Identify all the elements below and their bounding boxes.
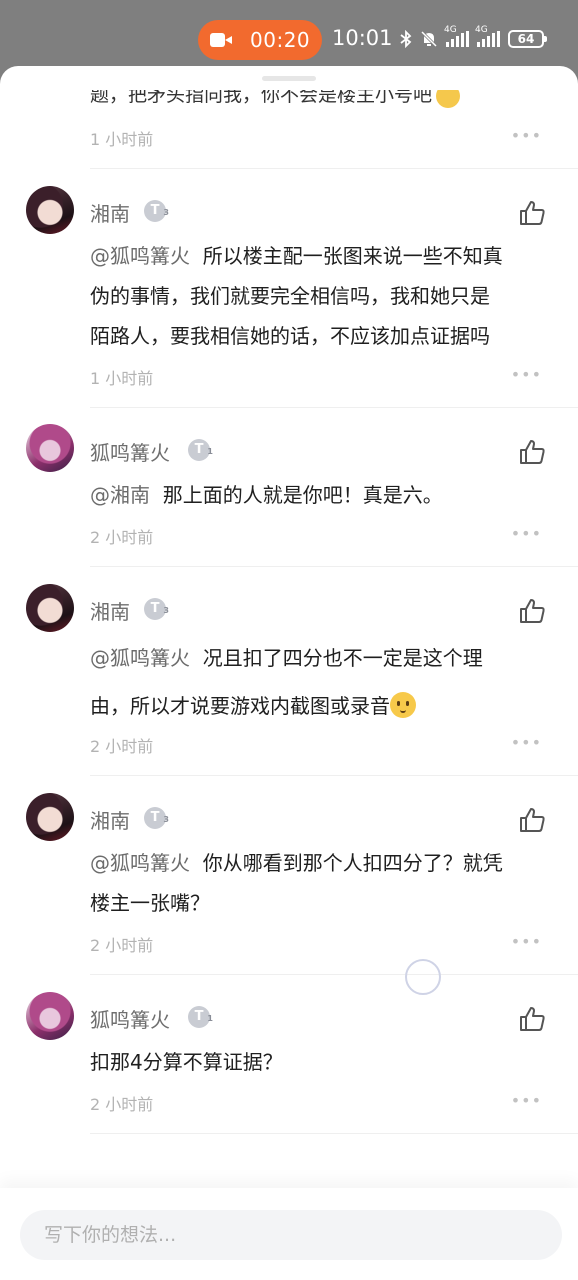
signal-icon: 4G <box>475 25 500 47</box>
comment-body: @狐鸣篝火 况且扣了四分也不一定是这个理 由，所以才说要游戏内截图或录音 <box>90 646 483 718</box>
signal-icon: 4G <box>444 25 469 47</box>
comment-footer <box>0 1188 578 1280</box>
comment-body: @湘南 那上面的人就是你吧！真是六。 <box>90 483 443 507</box>
comment-author[interactable]: 湘南 <box>90 198 130 227</box>
comments-sheet: 题，把矛头指向我，你不会是楼主小号吧 1 小时前 ••• 湘南 T3 @狐鸣篝火… <box>0 66 578 1280</box>
more-icon[interactable]: ••• <box>511 1091 542 1110</box>
more-icon[interactable]: ••• <box>511 524 542 543</box>
like-icon[interactable] <box>518 1006 546 1032</box>
divider <box>90 168 578 169</box>
divider <box>90 566 578 567</box>
divider <box>90 974 578 975</box>
avatar[interactable] <box>26 793 74 841</box>
level-badge: T3 <box>144 807 169 829</box>
like-icon[interactable] <box>518 439 546 465</box>
comment-time: 2 小时前 <box>90 1095 154 1114</box>
comment-author[interactable]: 湘南 <box>90 596 130 625</box>
level-badge: T3 <box>144 598 169 620</box>
avatar[interactable] <box>26 992 74 1040</box>
comment-time: 2 小时前 <box>90 936 154 955</box>
comment-author[interactable]: 湘南 <box>90 805 130 834</box>
avatar[interactable] <box>26 424 74 472</box>
emoji-icon <box>436 90 461 108</box>
like-icon[interactable] <box>518 200 546 226</box>
avatar[interactable] <box>26 584 74 632</box>
comment-time: 2 小时前 <box>90 528 154 547</box>
comment-body: @狐鸣篝火 你从哪看到那个人扣四分了？就凭 楼主一张嘴？ <box>90 851 503 915</box>
level-badge: T1 <box>188 1006 213 1028</box>
comment-input-container[interactable] <box>20 1210 562 1260</box>
more-icon[interactable]: ••• <box>511 733 542 752</box>
drag-handle[interactable] <box>262 76 316 81</box>
comment-input[interactable] <box>20 1210 562 1260</box>
like-icon[interactable] <box>518 598 546 624</box>
comment-author[interactable]: 狐鸣篝火 <box>90 437 170 466</box>
level-badge: T3 <box>144 200 169 222</box>
screen-recording-pill[interactable]: 00:20 <box>198 20 322 60</box>
emoji-icon <box>390 692 416 718</box>
divider <box>90 775 578 776</box>
comment-body: 扣那4分算不算证据？ <box>90 1050 283 1074</box>
recording-time: 00:20 <box>250 28 311 52</box>
status-icons: 4G 4G 64 <box>400 25 547 50</box>
comment-author[interactable]: 狐鸣篝火 <box>90 1004 170 1033</box>
network-type-1: 4G <box>444 25 457 35</box>
partial-comment-text: 题，把矛头指向我，你不会是楼主小号吧 <box>90 90 461 110</box>
battery-icon: 64 <box>508 30 547 48</box>
bluetooth-icon <box>400 30 412 48</box>
comment-time: 2 小时前 <box>90 737 154 756</box>
comment-time: 1 小时前 <box>90 369 154 388</box>
comment-time: 1 小时前 <box>90 130 154 149</box>
divider <box>90 1133 578 1134</box>
mention-link[interactable]: @狐鸣篝火 <box>90 851 190 875</box>
more-icon[interactable]: ••• <box>511 126 542 145</box>
camera-icon <box>210 33 232 47</box>
like-icon[interactable] <box>518 807 546 833</box>
avatar[interactable] <box>26 186 74 234</box>
divider <box>90 407 578 408</box>
mention-link[interactable]: @狐鸣篝火 <box>90 244 190 268</box>
more-icon[interactable]: ••• <box>511 932 542 951</box>
clock: 10:01 <box>332 26 393 50</box>
loading-spinner-icon <box>405 959 441 995</box>
mention-link[interactable]: @湘南 <box>90 483 150 507</box>
network-type-2: 4G <box>475 25 488 35</box>
mute-icon <box>420 30 438 48</box>
mention-link[interactable]: @狐鸣篝火 <box>90 646 190 670</box>
comment-body: @狐鸣篝火 所以楼主配一张图来说一些不知真 伪的事情，我们就要完全相信吗，我和她… <box>90 244 503 348</box>
more-icon[interactable]: ••• <box>511 365 542 384</box>
level-badge: T1 <box>188 439 213 461</box>
